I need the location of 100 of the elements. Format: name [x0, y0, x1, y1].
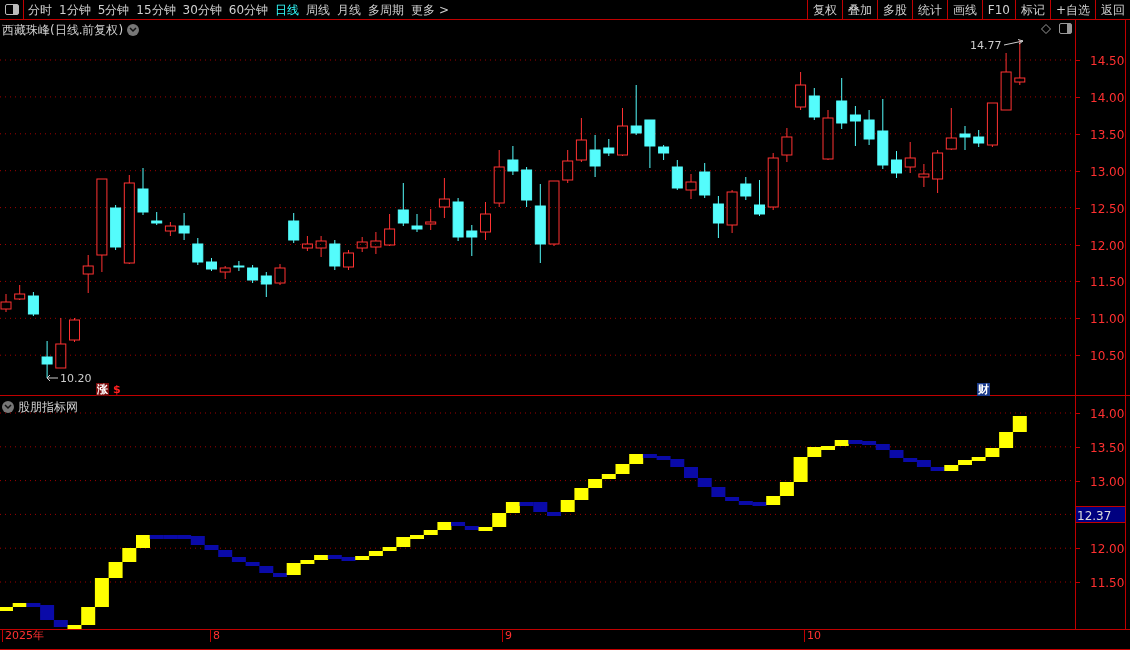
period-tab[interactable]: 周线 — [306, 0, 331, 19]
toolbar-button[interactable]: 多股 — [876, 0, 912, 19]
candlestick — [959, 125, 971, 151]
panel-toggle-icon[interactable] — [4, 4, 19, 15]
indicator-title: 股朋指标网 — [18, 399, 78, 416]
candlestick — [55, 317, 67, 369]
candlestick — [274, 263, 286, 286]
indicator-step — [122, 548, 137, 562]
candlestick — [192, 237, 204, 266]
candlestick — [164, 221, 176, 237]
period-tab[interactable]: 更多 > — [411, 0, 449, 19]
indicator-step — [684, 467, 698, 478]
toolbar-button[interactable]: 统计 — [911, 0, 947, 19]
candlestick — [726, 189, 738, 234]
event-marker[interactable]: 财 — [977, 383, 990, 396]
candlestick — [548, 180, 560, 247]
toolbar-button[interactable]: 叠加 — [841, 0, 877, 19]
candlestick — [740, 176, 752, 201]
candlestick — [384, 213, 396, 247]
indicator-step — [574, 488, 589, 500]
diamond-icon[interactable] — [1041, 24, 1051, 34]
candlestick — [562, 149, 574, 184]
indicator-step — [697, 478, 712, 487]
chevron-down-icon[interactable] — [2, 401, 14, 413]
price-axis-label: 11.50 — [1090, 274, 1125, 292]
period-tab[interactable]: 1分钟 — [59, 0, 91, 19]
candlestick — [644, 119, 656, 169]
period-tab[interactable]: 5分钟 — [97, 0, 130, 19]
toolbar-button[interactable]: 返回 — [1095, 0, 1130, 19]
candlestick — [795, 71, 807, 111]
price-axis-label: 12.00 — [1090, 237, 1125, 255]
candlestick — [617, 107, 628, 157]
toolbar-button[interactable]: 画线 — [946, 0, 982, 19]
event-marker[interactable]: $ — [112, 383, 122, 396]
indicator-axis-label: 13.50 — [1090, 439, 1125, 457]
period-tab[interactable]: 60分钟 — [228, 0, 269, 19]
candlestick — [1014, 39, 1026, 86]
panel-toggle-icon[interactable] — [1059, 23, 1072, 34]
chevron-down-icon[interactable] — [127, 24, 140, 36]
candlestick — [575, 117, 587, 163]
toolbar-button[interactable]: +自选 — [1049, 0, 1095, 19]
candlestick — [178, 212, 190, 241]
candlestick — [699, 162, 711, 199]
candlestick — [891, 150, 902, 179]
candlestick — [466, 224, 478, 257]
candlestick — [822, 109, 834, 161]
candlestick — [685, 173, 697, 200]
candlestick — [480, 201, 491, 241]
candlestick — [343, 249, 354, 271]
candlestick — [247, 264, 259, 284]
current-value-label: 12.37 — [1076, 506, 1125, 523]
price-axis-label: 13.00 — [1090, 163, 1125, 181]
candlestick — [767, 152, 779, 211]
date-axis-label: 10 — [804, 630, 821, 642]
candlestick — [849, 105, 861, 147]
indicator-axis-label: 13.00 — [1090, 473, 1125, 491]
period-tab[interactable]: 多周期 — [368, 0, 405, 19]
candlestick — [754, 179, 765, 217]
chart-title: 西藏珠峰(日线.前复权) — [2, 22, 124, 39]
candlestick — [932, 149, 944, 194]
arrow-icon — [1003, 39, 1025, 47]
candlestick — [41, 340, 53, 379]
price-axis-label: 10.50 — [1090, 348, 1125, 366]
candlestick — [630, 84, 642, 136]
candlestick — [329, 239, 341, 271]
period-tab[interactable]: 30分钟 — [182, 0, 222, 19]
period-tab[interactable]: 15分钟 — [136, 0, 176, 19]
candlestick — [260, 271, 272, 298]
date-axis-label: 8 — [210, 630, 220, 642]
toolbar-button[interactable]: 复权 — [806, 0, 842, 19]
candlestick — [219, 265, 231, 280]
low-price-label: 10.20 — [60, 371, 92, 387]
period-tab[interactable]: 分时 — [28, 0, 52, 19]
candlestick — [315, 235, 327, 258]
candlestick — [206, 257, 217, 272]
toolbar-button[interactable]: 标记 — [1014, 0, 1050, 19]
price-axis-label: 13.50 — [1090, 126, 1125, 144]
period-tab[interactable]: 月线 — [337, 0, 362, 19]
price-axis-label: 14.50 — [1090, 53, 1125, 70]
candlestick — [493, 149, 505, 208]
candlestick — [603, 138, 615, 157]
date-axis-label: 9 — [502, 630, 512, 642]
candlestick — [589, 134, 601, 178]
candlestick — [69, 317, 80, 343]
candlestick — [918, 163, 930, 188]
candlestick — [781, 127, 793, 163]
period-tab[interactable]: 日线 — [275, 0, 300, 19]
arrow-icon — [46, 374, 59, 382]
candlestick — [863, 109, 875, 146]
event-marker[interactable]: 涨 — [96, 383, 109, 396]
indicator-axis-label: 14.00 — [1090, 406, 1125, 423]
candlestick — [356, 236, 368, 253]
toolbar-button[interactable]: F10 — [981, 0, 1015, 19]
candlestick — [808, 87, 820, 121]
candlestick — [945, 107, 957, 151]
candlestick — [836, 77, 848, 130]
candlestick — [370, 231, 382, 255]
price-axis-label: 11.00 — [1090, 311, 1125, 329]
candlestick — [151, 211, 163, 226]
candlestick — [507, 145, 519, 176]
